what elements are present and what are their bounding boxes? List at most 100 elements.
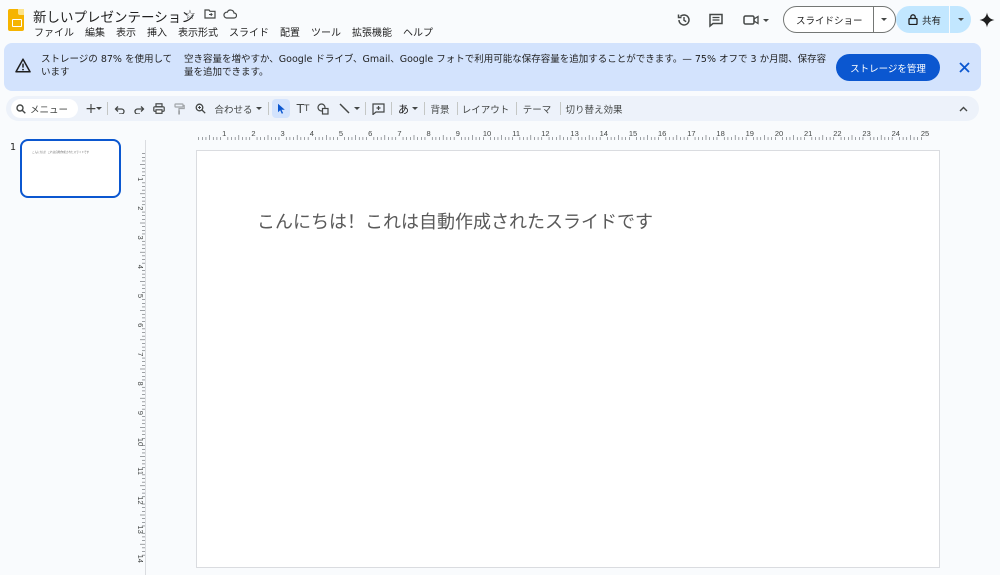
version-history-icon[interactable] — [673, 9, 695, 31]
editing-toolbar: メニュー + 合わせる TT あ 背景 レイアウト テーマ 切り替え効果 — [6, 96, 979, 121]
toolbar-divider — [107, 102, 108, 115]
warning-icon — [15, 58, 31, 77]
slideshow-dropdown-button[interactable] — [872, 7, 895, 32]
menu-tools[interactable]: ツール — [311, 24, 341, 39]
toolbar-divider — [391, 102, 392, 115]
ruler-number: 2 — [251, 129, 255, 138]
toolbar-divider — [560, 102, 561, 115]
ruler-number: 4 — [310, 129, 314, 138]
ruler-number: 5 — [136, 294, 145, 298]
chevron-down-icon — [881, 18, 888, 21]
ruler-number: 17 — [687, 129, 695, 138]
cloud-saved-icon[interactable] — [222, 8, 238, 24]
ruler-number: 7 — [397, 129, 401, 138]
ruler-number: 4 — [136, 265, 145, 269]
menu-extensions[interactable]: 拡張機能 — [352, 24, 392, 39]
storage-usage-text: ストレージの 87% を使用しています — [41, 54, 173, 78]
ruler-number: 13 — [136, 525, 145, 533]
redo-icon[interactable] — [130, 96, 148, 121]
ruler-number: 12 — [541, 129, 549, 138]
ruler-number: 1 — [136, 177, 145, 181]
ruler-number: 21 — [804, 129, 812, 138]
menu-help[interactable]: ヘルプ — [403, 24, 433, 39]
chevron-down-icon — [412, 107, 418, 110]
slide-title-text[interactable]: こんにちは！これは自動作成されたスライドです — [257, 208, 653, 234]
slide-number: 1 — [10, 142, 17, 153]
ruler-number: 22 — [833, 129, 841, 138]
menu-insert[interactable]: 挿入 — [147, 24, 167, 39]
ruler-number: 1 — [222, 129, 226, 138]
lock-icon — [908, 14, 918, 25]
menu-file[interactable]: ファイル — [34, 24, 74, 39]
document-title[interactable]: 新しいプレゼンテーション — [33, 6, 195, 26]
paint-format-icon[interactable] — [170, 96, 188, 121]
shape-icon[interactable] — [314, 96, 332, 121]
theme-button[interactable]: テーマ — [518, 96, 556, 121]
toolbar-divider — [516, 102, 517, 115]
menu-format[interactable]: 表示形式 — [178, 24, 218, 39]
select-cursor-icon[interactable] — [272, 99, 290, 118]
vertical-ruler[interactable]: 1234567891011121314 — [130, 150, 146, 575]
undo-icon[interactable] — [110, 96, 128, 121]
move-folder-icon[interactable] — [202, 8, 218, 24]
gemini-sparkle-icon[interactable] — [976, 9, 998, 31]
ruler-number: 25 — [921, 129, 929, 138]
ruler-number: 14 — [600, 129, 608, 138]
ruler-number: 18 — [716, 129, 724, 138]
close-icon[interactable] — [954, 57, 974, 77]
toolbar-divider — [424, 102, 425, 115]
menu-edit[interactable]: 編集 — [85, 24, 105, 39]
ruler-number: 14 — [136, 555, 145, 563]
manage-storage-button[interactable]: ストレージを管理 — [836, 54, 940, 81]
slide-thumbnail[interactable]: こんにちは！これは自動作成されたスライドです — [20, 139, 121, 198]
comments-icon[interactable] — [705, 9, 727, 31]
star-icon[interactable]: ☆ — [182, 8, 198, 24]
menu-arrange[interactable]: 配置 — [280, 24, 300, 39]
zoom-select[interactable]: 合わせる — [212, 96, 264, 121]
input-tools-select[interactable]: あ — [395, 96, 421, 121]
ruler-number: 7 — [136, 352, 145, 356]
slides-logo-icon[interactable] — [8, 9, 24, 31]
ruler-number: 8 — [136, 382, 145, 386]
slide-canvas[interactable]: こんにちは！これは自動作成されたスライドです — [196, 150, 940, 568]
menu-view[interactable]: 表示 — [116, 24, 136, 39]
ruler-number: 5 — [339, 129, 343, 138]
menu-slide[interactable]: スライド — [229, 24, 269, 39]
share-button[interactable]: 共有 — [896, 6, 949, 33]
menu-search-box[interactable]: メニュー — [11, 99, 78, 118]
input-tools-label: あ — [398, 102, 409, 116]
meet-video-icon[interactable] — [741, 9, 771, 31]
share-dropdown-button[interactable] — [949, 6, 971, 33]
menu-bar: ファイル 編集 表示 挿入 表示形式 スライド 配置 ツール 拡張機能 ヘルプ — [34, 24, 433, 39]
ruler-number: 9 — [456, 129, 460, 138]
text-box-icon[interactable]: TT — [293, 96, 313, 121]
slideshow-button[interactable]: スライドショー — [784, 7, 873, 32]
ruler-number: 11 — [512, 129, 520, 138]
ruler-number: 15 — [629, 129, 637, 138]
slideshow-button-group: スライドショー — [783, 6, 896, 33]
menu-search-label: メニュー — [30, 104, 69, 116]
toolbar-divider — [457, 102, 458, 115]
transition-button[interactable]: 切り替え効果 — [562, 96, 626, 121]
collapse-toolbar-icon[interactable] — [954, 96, 972, 121]
ruler-number: 11 — [136, 467, 145, 475]
chevron-down-icon — [96, 107, 102, 110]
line-dropdown[interactable] — [352, 96, 362, 121]
ruler-number: 12 — [136, 496, 145, 504]
line-icon[interactable] — [335, 96, 353, 121]
print-icon[interactable] — [150, 96, 168, 121]
new-slide-dropdown[interactable] — [94, 96, 104, 121]
search-icon — [16, 103, 26, 114]
zoom-label: 合わせる — [214, 104, 253, 116]
add-comment-icon[interactable] — [368, 96, 388, 121]
ruler-number: 3 — [136, 236, 145, 240]
ruler-number: 9 — [136, 411, 145, 415]
layout-button[interactable]: レイアウト — [459, 96, 512, 121]
background-button[interactable]: 背景 — [426, 96, 454, 121]
zoom-icon[interactable] — [191, 96, 209, 121]
ruler-number: 6 — [136, 323, 145, 327]
ruler-number: 20 — [775, 129, 783, 138]
ruler-number: 19 — [746, 129, 754, 138]
horizontal-ruler[interactable]: 1 2 3 4 5 6 7 8 9 10 11 12 13 14 15 16 17 18 19 20 21 22 23 24 2… — [195, 126, 940, 140]
ruler-number: 24 — [892, 129, 900, 138]
